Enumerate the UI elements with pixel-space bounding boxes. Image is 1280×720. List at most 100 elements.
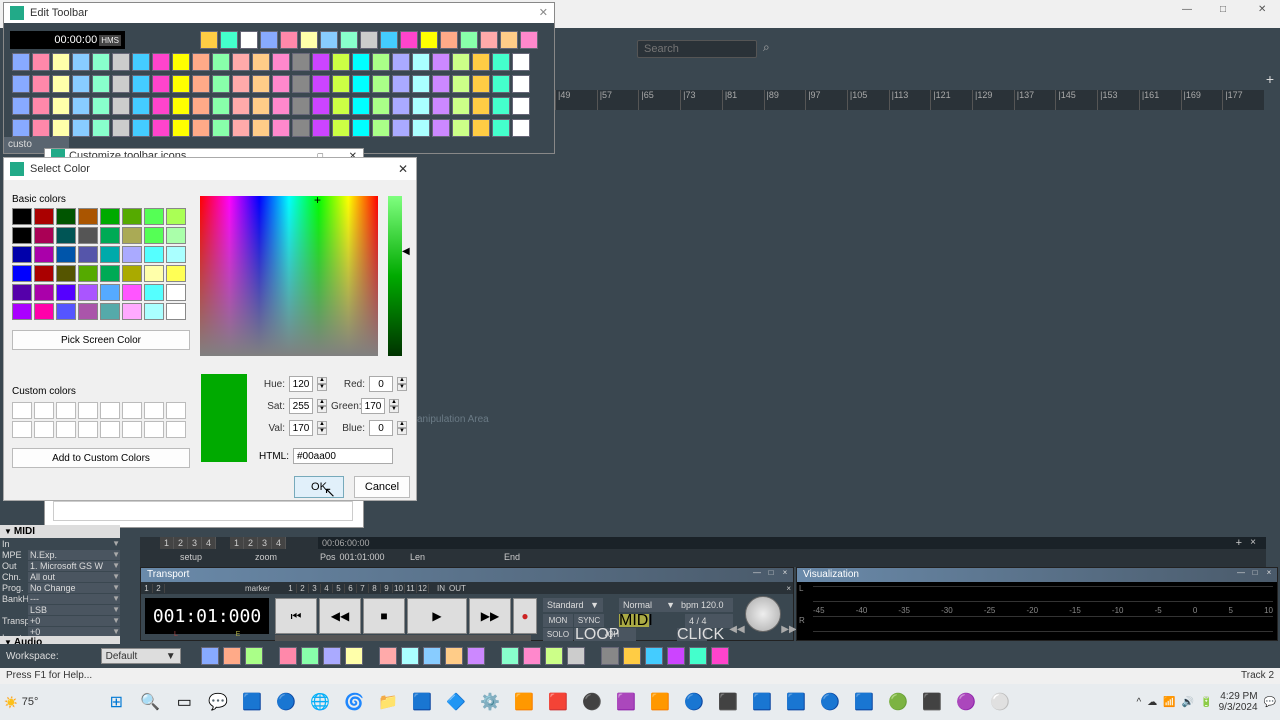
toolbar-tool[interactable] bbox=[312, 97, 330, 115]
toolbar-tool[interactable] bbox=[372, 53, 390, 71]
workspace-tool[interactable] bbox=[623, 647, 641, 665]
custom-color-swatch[interactable] bbox=[144, 421, 164, 438]
task-view-icon[interactable]: ▭ bbox=[168, 688, 200, 716]
mon-button[interactable]: MON bbox=[543, 614, 573, 627]
workspace-dropdown[interactable]: Default▼ bbox=[101, 648, 181, 664]
toolbar-tool[interactable] bbox=[52, 119, 70, 137]
seq-tab[interactable]: 3 bbox=[258, 537, 272, 549]
workspace-tool[interactable] bbox=[301, 647, 319, 665]
tray-volume-icon[interactable]: 🔊 bbox=[1182, 697, 1194, 708]
minimize-button[interactable]: — bbox=[1182, 4, 1196, 18]
knob-forward-icon[interactable]: ▶▶ bbox=[781, 624, 797, 636]
search-input[interactable] bbox=[637, 40, 757, 58]
hue-down[interactable]: ▼ bbox=[317, 384, 327, 391]
viz-min-icon[interactable]: — bbox=[1235, 568, 1247, 580]
app-icon-3[interactable]: 🔵 bbox=[270, 688, 302, 716]
toolbar-tool[interactable] bbox=[352, 97, 370, 115]
blue-down[interactable]: ▼ bbox=[397, 428, 407, 435]
toolbar-tool[interactable] bbox=[232, 53, 250, 71]
midi-button[interactable]: MIDI bbox=[619, 614, 649, 627]
bpm-display[interactable]: bpm 120.0 bbox=[677, 598, 733, 612]
toolbar-tool[interactable] bbox=[352, 53, 370, 71]
green-input[interactable] bbox=[361, 398, 385, 414]
app-icon-10[interactable]: ⬛ bbox=[712, 688, 744, 716]
toolbar-tool[interactable] bbox=[252, 119, 270, 137]
customize-input-area[interactable] bbox=[53, 501, 353, 521]
toolbar-tool[interactable] bbox=[340, 31, 358, 49]
blue-input[interactable] bbox=[369, 420, 393, 436]
marker-num[interactable]: 3 bbox=[309, 584, 321, 593]
toolbar-tool[interactable] bbox=[32, 97, 50, 115]
toolbar-tool[interactable] bbox=[152, 53, 170, 71]
scrub-bar[interactable] bbox=[275, 635, 531, 641]
close-button[interactable]: ✕ bbox=[1258, 4, 1272, 18]
toolbar-tool[interactable] bbox=[372, 119, 390, 137]
toolbar-tool[interactable] bbox=[512, 97, 530, 115]
marker-num[interactable]: 5 bbox=[333, 584, 345, 593]
toolbar-tool[interactable] bbox=[72, 75, 90, 93]
custom-color-swatch[interactable] bbox=[144, 402, 164, 419]
toolbar-tool[interactable] bbox=[112, 97, 130, 115]
timecode-display[interactable]: 00:00:00 HMS bbox=[10, 31, 125, 49]
basic-color-swatch[interactable] bbox=[100, 265, 120, 282]
basic-color-swatch[interactable] bbox=[12, 246, 32, 263]
tray-notification-icon[interactable]: 💬 bbox=[1264, 697, 1276, 708]
seq-tab[interactable]: 1 bbox=[230, 537, 244, 549]
toolbar-tool[interactable] bbox=[372, 75, 390, 93]
basic-color-swatch[interactable] bbox=[34, 303, 54, 320]
toolbar-tool[interactable] bbox=[520, 31, 538, 49]
midi-row[interactable]: In▼ bbox=[0, 538, 120, 549]
custom-color-swatch[interactable] bbox=[78, 421, 98, 438]
blue-up[interactable]: ▲ bbox=[397, 421, 407, 428]
workspace-tool[interactable] bbox=[245, 647, 263, 665]
record-button[interactable]: ● bbox=[513, 598, 537, 634]
toolbar-tool[interactable] bbox=[332, 119, 350, 137]
toolbar-tool[interactable] bbox=[512, 75, 530, 93]
tray-wifi-icon[interactable]: 📶 bbox=[1163, 697, 1175, 708]
taskbar-search-icon[interactable]: 🔍 bbox=[134, 688, 166, 716]
toolbar-tool[interactable] bbox=[112, 119, 130, 137]
app-icon-12[interactable]: 🔵 bbox=[814, 688, 846, 716]
workspace-tool[interactable] bbox=[379, 647, 397, 665]
workspace-tool[interactable] bbox=[601, 647, 619, 665]
basic-color-swatch[interactable] bbox=[34, 208, 54, 225]
toolbar-tool[interactable] bbox=[172, 119, 190, 137]
toolbar-tool[interactable] bbox=[412, 97, 430, 115]
toolbar-tool[interactable] bbox=[12, 75, 30, 93]
basic-color-swatch[interactable] bbox=[122, 265, 142, 282]
basic-color-swatch[interactable] bbox=[166, 303, 186, 320]
toolbar-tool[interactable] bbox=[452, 119, 470, 137]
viz-max-icon[interactable]: □ bbox=[1249, 568, 1261, 580]
basic-color-swatch[interactable] bbox=[56, 208, 76, 225]
toolbar-tool[interactable] bbox=[192, 97, 210, 115]
toolbar-tool[interactable] bbox=[492, 119, 510, 137]
transport-close-icon[interactable]: × bbox=[779, 568, 791, 580]
basic-color-swatch[interactable] bbox=[166, 284, 186, 301]
app-icon-7[interactable]: 🟥 bbox=[542, 688, 574, 716]
workspace-tool[interactable] bbox=[523, 647, 541, 665]
basic-color-swatch[interactable] bbox=[56, 265, 76, 282]
app-icon-15[interactable]: 🟣 bbox=[950, 688, 982, 716]
basic-color-swatch[interactable] bbox=[166, 227, 186, 244]
midi-row[interactable]: Chn.All out▼ bbox=[0, 571, 120, 582]
toolbar-tool[interactable] bbox=[32, 53, 50, 71]
click-button[interactable]: CLICK bbox=[677, 628, 707, 641]
jog-wheel[interactable] bbox=[745, 596, 781, 632]
toolbar-tool[interactable] bbox=[132, 75, 150, 93]
sat-down[interactable]: ▼ bbox=[317, 406, 327, 413]
red-up[interactable]: ▲ bbox=[397, 377, 407, 384]
basic-color-swatch[interactable] bbox=[144, 284, 164, 301]
mode-normal-dropdown[interactable]: Normal▼ bbox=[619, 598, 679, 612]
toolbar-tool[interactable] bbox=[360, 31, 378, 49]
lane-2[interactable]: 2 bbox=[153, 584, 165, 593]
basic-color-swatch[interactable] bbox=[34, 227, 54, 244]
toolbar-tool[interactable] bbox=[512, 53, 530, 71]
system-tray[interactable]: ^ ☁ 📶 🔊 🔋 4:29 PM 9/3/2024 💬 bbox=[1137, 691, 1276, 713]
toolbar-tool[interactable] bbox=[312, 75, 330, 93]
app-icon-4[interactable]: 🟦 bbox=[406, 688, 438, 716]
toolbar-tool[interactable] bbox=[432, 97, 450, 115]
toolbar-tool[interactable] bbox=[172, 97, 190, 115]
workspace-tool[interactable] bbox=[567, 647, 585, 665]
toolbar-tool[interactable] bbox=[12, 53, 30, 71]
toolbar-tool[interactable] bbox=[432, 75, 450, 93]
